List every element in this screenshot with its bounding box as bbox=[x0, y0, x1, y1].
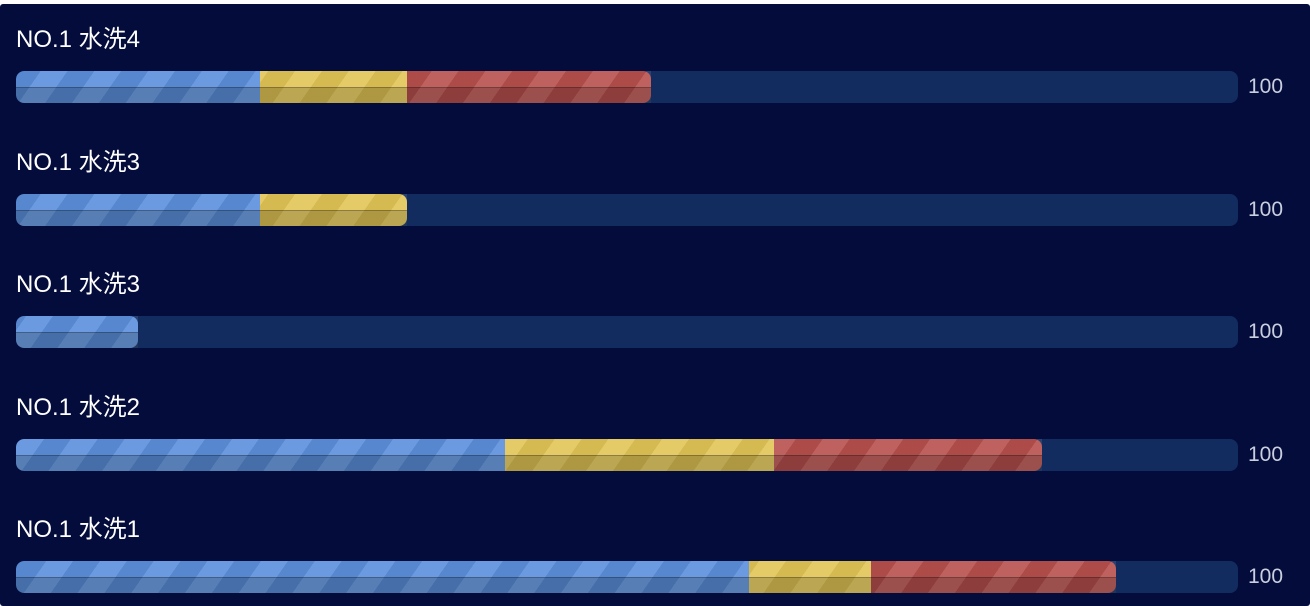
progress-track bbox=[16, 561, 1238, 593]
bar-segment-1 bbox=[16, 71, 261, 103]
max-value-label: 100 bbox=[1248, 75, 1284, 98]
row-label: NO.1 水洗3 bbox=[16, 148, 141, 176]
max-value-label: 100 bbox=[1248, 442, 1284, 466]
bar-segment-2 bbox=[504, 438, 774, 471]
progress-row: NO.1 水洗3 100 bbox=[0, 249, 1310, 359]
bar-segment-3 bbox=[871, 561, 1117, 593]
bar-segment-1 bbox=[16, 561, 750, 593]
progress-row: NO.1 水洗3 100 bbox=[0, 127, 1310, 237]
max-value-label: 100 bbox=[1248, 197, 1284, 221]
row-label: NO.1 水洗2 bbox=[16, 393, 141, 421]
progress-track bbox=[16, 71, 1238, 103]
max-value-label: 100 bbox=[1248, 320, 1284, 343]
progress-track bbox=[16, 316, 1238, 348]
bar-segment-3 bbox=[407, 71, 652, 103]
row-label: NO.1 水洗4 bbox=[16, 26, 141, 53]
bar-segment-1 bbox=[16, 316, 139, 348]
bar-segment-2 bbox=[260, 71, 408, 103]
row-label: NO.1 水洗3 bbox=[16, 271, 141, 298]
max-value-label: 100 bbox=[1248, 565, 1284, 588]
bar-segment-2 bbox=[749, 561, 872, 593]
progress-chart-panel: NO.1 水洗4 100 NO.1 水洗3 100 NO.1 水洗3 100 NO.1 水洗… bbox=[0, 4, 1310, 606]
row-label: NO.1 水洗1 bbox=[16, 516, 141, 543]
progress-row: NO.1 水洗4 100 bbox=[0, 4, 1310, 114]
bar-segment-2 bbox=[260, 193, 408, 226]
bar-segment-1 bbox=[16, 193, 261, 226]
bar-segment-3 bbox=[773, 438, 1043, 471]
bar-segment-1 bbox=[16, 438, 505, 471]
progress-row: NO.1 水洗2 100 bbox=[0, 372, 1310, 482]
progress-track bbox=[16, 438, 1238, 471]
progress-track bbox=[16, 193, 1238, 226]
progress-row: NO.1 水洗1 100 bbox=[0, 494, 1310, 604]
